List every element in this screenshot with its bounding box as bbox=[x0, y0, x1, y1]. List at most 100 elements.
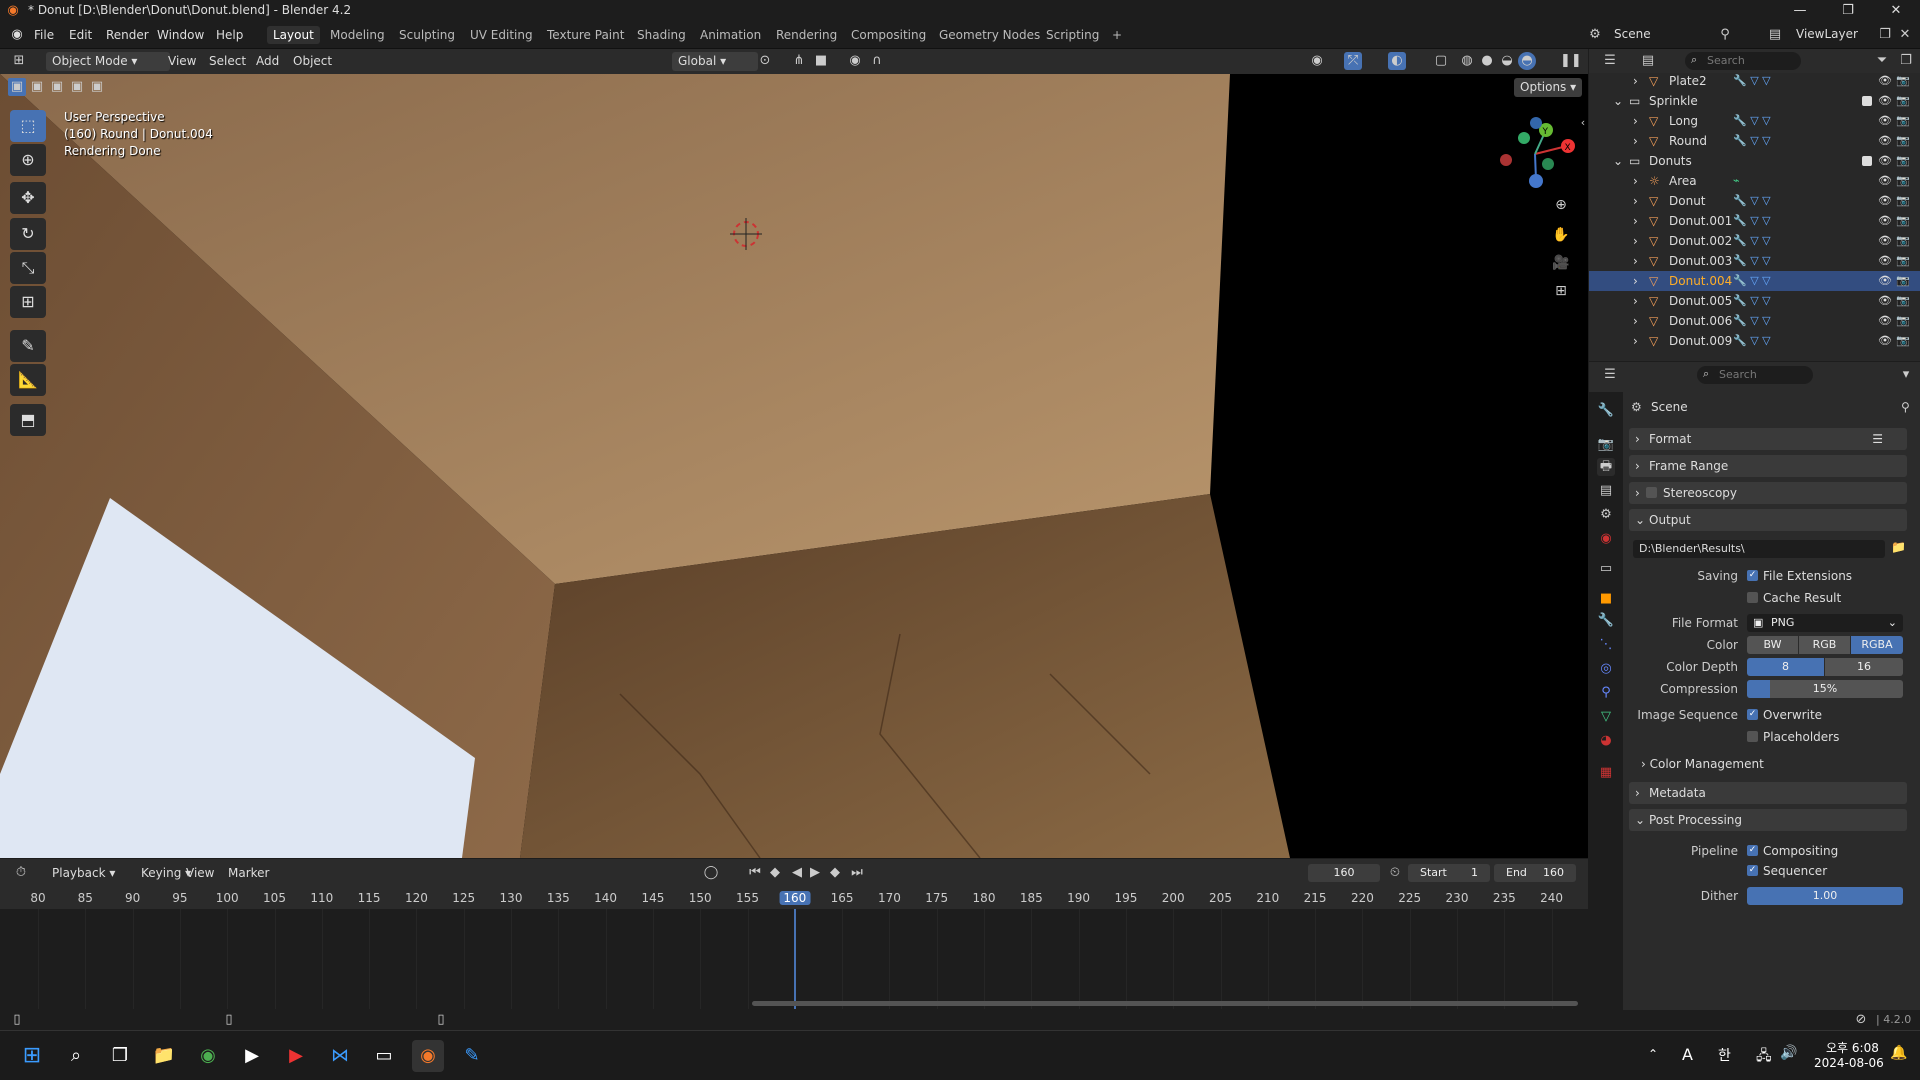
compression-slider[interactable]: 15% bbox=[1747, 680, 1903, 698]
snap-icon[interactable]: ⋔ bbox=[790, 52, 808, 70]
camera-render-icon[interactable]: 📷 bbox=[1896, 71, 1910, 91]
object-data-icons[interactable]: 🔧 ▽ ▽ bbox=[1733, 291, 1771, 311]
color-management-subpanel[interactable]: › Color Management bbox=[1641, 757, 1764, 775]
notification-bell-icon[interactable]: 🔔 bbox=[1890, 1045, 1907, 1061]
object-data-icons[interactable]: 🔧 ▽ ▽ bbox=[1733, 111, 1771, 131]
eye-icon[interactable]: 👁 bbox=[1878, 271, 1892, 291]
chevron-right-icon[interactable]: › bbox=[1633, 171, 1638, 191]
tab-sculpting[interactable]: Sculpting bbox=[393, 26, 461, 44]
chevron-down-icon[interactable]: ⌄ bbox=[1613, 151, 1623, 171]
proportional-edit-icon[interactable]: ◉ bbox=[846, 52, 864, 70]
object-data-icons[interactable]: 🔧 ▽ ▽ bbox=[1733, 211, 1771, 231]
transform-tool[interactable]: ⊞ bbox=[10, 286, 46, 318]
view-layer-selector[interactable]: ViewLayer bbox=[1790, 25, 1884, 44]
camera-render-icon[interactable]: 📷 bbox=[1896, 251, 1910, 271]
viewport-menu-view[interactable]: View bbox=[168, 54, 196, 68]
transform-orientation-selector[interactable]: Global ▾ bbox=[672, 52, 758, 71]
eye-icon[interactable]: 👁 bbox=[1878, 191, 1892, 211]
render-tab-icon[interactable]: 📷 bbox=[1597, 436, 1615, 454]
select-extend-icon[interactable]: ▣ bbox=[28, 78, 46, 96]
format-panel[interactable]: › Format ☰ bbox=[1629, 428, 1907, 450]
rendered-shading-icon[interactable]: ◓ bbox=[1518, 52, 1536, 70]
view-layer-icon[interactable]: ▤ bbox=[1766, 26, 1784, 44]
select-intersect-icon[interactable]: ▣ bbox=[88, 78, 106, 96]
eye-icon[interactable]: 👁 bbox=[1878, 231, 1892, 251]
chevron-right-icon[interactable]: › bbox=[1633, 131, 1638, 151]
jump-start-icon[interactable]: ⏮ bbox=[746, 864, 764, 882]
frame-range-panel[interactable]: › Frame Range bbox=[1629, 455, 1907, 477]
network-icon[interactable]: 🖧 bbox=[1756, 1045, 1772, 1069]
falloff-icon[interactable]: ∩ bbox=[868, 52, 886, 70]
compositing-checkbox[interactable]: ✓ bbox=[1747, 845, 1758, 856]
overwrite-checkbox[interactable]: ✓ bbox=[1747, 709, 1758, 720]
tool-tab-icon[interactable]: 🔧 bbox=[1597, 402, 1615, 420]
outliner-row[interactable]: ⌄ ▭ Donuts 👁 📷 bbox=[1589, 151, 1920, 171]
outliner-row[interactable]: › ☼ Area ⌁ 👁 📷 bbox=[1589, 171, 1920, 191]
chevron-right-icon[interactable]: › bbox=[1633, 71, 1638, 91]
camera-render-icon[interactable]: 📷 bbox=[1896, 231, 1910, 251]
dither-slider[interactable]: 1.00 bbox=[1747, 887, 1903, 905]
measure-tool[interactable]: 📐 bbox=[10, 364, 46, 396]
properties-editor-icon[interactable]: ☰ bbox=[1601, 366, 1619, 384]
ortho-toggle-icon[interactable]: ⊞ bbox=[1552, 282, 1570, 300]
viewport-menu-add[interactable]: Add bbox=[256, 54, 279, 68]
scene-selector[interactable]: Scene bbox=[1608, 25, 1730, 44]
object-data-icons[interactable]: 🔧 ▽ ▽ bbox=[1733, 191, 1771, 211]
select-box-tool[interactable]: ⬚ bbox=[10, 110, 46, 142]
move-tool[interactable]: ✥ bbox=[10, 182, 46, 214]
visual-studio-icon[interactable]: ⋈ bbox=[324, 1040, 356, 1072]
color-depth-16-button[interactable]: 16 bbox=[1825, 658, 1903, 676]
jump-keyframe-back-icon[interactable]: ◆ bbox=[766, 864, 784, 882]
chevron-right-icon[interactable]: › bbox=[1633, 331, 1638, 351]
annotate-tool[interactable]: ✎ bbox=[10, 330, 46, 362]
mode-selector[interactable]: Object Mode ▾ bbox=[46, 52, 170, 71]
blender-menu-icon[interactable]: ◉ bbox=[8, 26, 26, 44]
chrome-icon[interactable]: ◉ bbox=[192, 1040, 224, 1072]
play-icon[interactable]: ▶ bbox=[806, 864, 824, 882]
pin-icon[interactable]: ⚲ bbox=[1716, 26, 1734, 44]
paint-app-icon[interactable]: ✎ bbox=[456, 1040, 488, 1072]
blender-taskbar-icon[interactable]: ◉ bbox=[412, 1040, 444, 1072]
constraints-tab-icon[interactable]: ⚲ bbox=[1597, 684, 1615, 702]
select-subtract-icon[interactable]: ▣ bbox=[48, 78, 66, 96]
jump-end-icon[interactable]: ⏭ bbox=[848, 864, 866, 882]
timeline-menu-marker[interactable]: Marker bbox=[228, 866, 269, 880]
color-rgba-button[interactable]: RGBA bbox=[1851, 636, 1903, 654]
collection-tab-icon[interactable]: ▭ bbox=[1597, 560, 1615, 578]
tab-uv-editing[interactable]: UV Editing bbox=[464, 26, 539, 44]
language-ko-indicator[interactable]: 한 bbox=[1718, 1045, 1731, 1065]
tab-compositing[interactable]: Compositing bbox=[845, 26, 932, 44]
pause-render-icon[interactable]: ❚❚ bbox=[1560, 52, 1582, 70]
menu-file[interactable]: File bbox=[34, 28, 54, 42]
options-dropdown[interactable]: Options ▾ bbox=[1514, 78, 1583, 97]
camera-render-icon[interactable]: 📷 bbox=[1896, 131, 1910, 151]
file-extensions-checkbox[interactable]: ✓ bbox=[1747, 570, 1758, 581]
camera-render-icon[interactable]: 📷 bbox=[1896, 311, 1910, 331]
view-layer-tab-icon[interactable]: ▤ bbox=[1597, 482, 1615, 500]
scene-tab-icon[interactable]: ⚙ bbox=[1597, 506, 1615, 524]
zoom-icon[interactable]: ⊕ bbox=[1552, 196, 1570, 214]
scale-tool[interactable]: ⤡ bbox=[10, 252, 46, 284]
eye-icon[interactable]: 👁 bbox=[1878, 311, 1892, 331]
chevron-down-icon[interactable]: ⌄ bbox=[1613, 91, 1623, 111]
camera-render-icon[interactable]: 📷 bbox=[1896, 271, 1910, 291]
object-data-icons[interactable]: 🔧 ▽ ▽ bbox=[1733, 251, 1771, 271]
gizmo-toggle-icon[interactable]: ⤱ bbox=[1344, 52, 1362, 70]
3d-viewport[interactable]: User Perspective (160) Round | Donut.004… bbox=[0, 74, 1588, 858]
file-explorer-icon[interactable]: 📁 bbox=[148, 1040, 180, 1072]
tab-scripting[interactable]: Scripting bbox=[1040, 26, 1105, 44]
outliner-row[interactable]: › ▽ Donut.003 🔧 ▽ ▽ 👁 📷 bbox=[1589, 251, 1920, 271]
chevron-right-icon[interactable]: › bbox=[1633, 191, 1638, 211]
stereoscopy-checkbox[interactable] bbox=[1646, 487, 1657, 498]
task-view-icon[interactable]: ❐ bbox=[104, 1040, 136, 1072]
eye-icon[interactable]: 👁 bbox=[1878, 211, 1892, 231]
eye-icon[interactable]: 👁 bbox=[1878, 71, 1892, 91]
outliner-row[interactable]: › ▽ Donut 🔧 ▽ ▽ 👁 📷 bbox=[1589, 191, 1920, 211]
solid-shading-icon[interactable]: ● bbox=[1478, 52, 1496, 70]
outliner-row[interactable]: › ▽ Donut.002 🔧 ▽ ▽ 👁 📷 bbox=[1589, 231, 1920, 251]
camera-render-icon[interactable]: 📷 bbox=[1896, 91, 1910, 111]
tray-chevron-icon[interactable]: ⌃ bbox=[1648, 1047, 1658, 1061]
output-path-field[interactable]: D:\Blender\Results\ bbox=[1633, 540, 1885, 558]
pivot-icon[interactable]: ⊙ bbox=[756, 52, 774, 70]
scene-icon[interactable]: ⚙ bbox=[1586, 26, 1604, 44]
